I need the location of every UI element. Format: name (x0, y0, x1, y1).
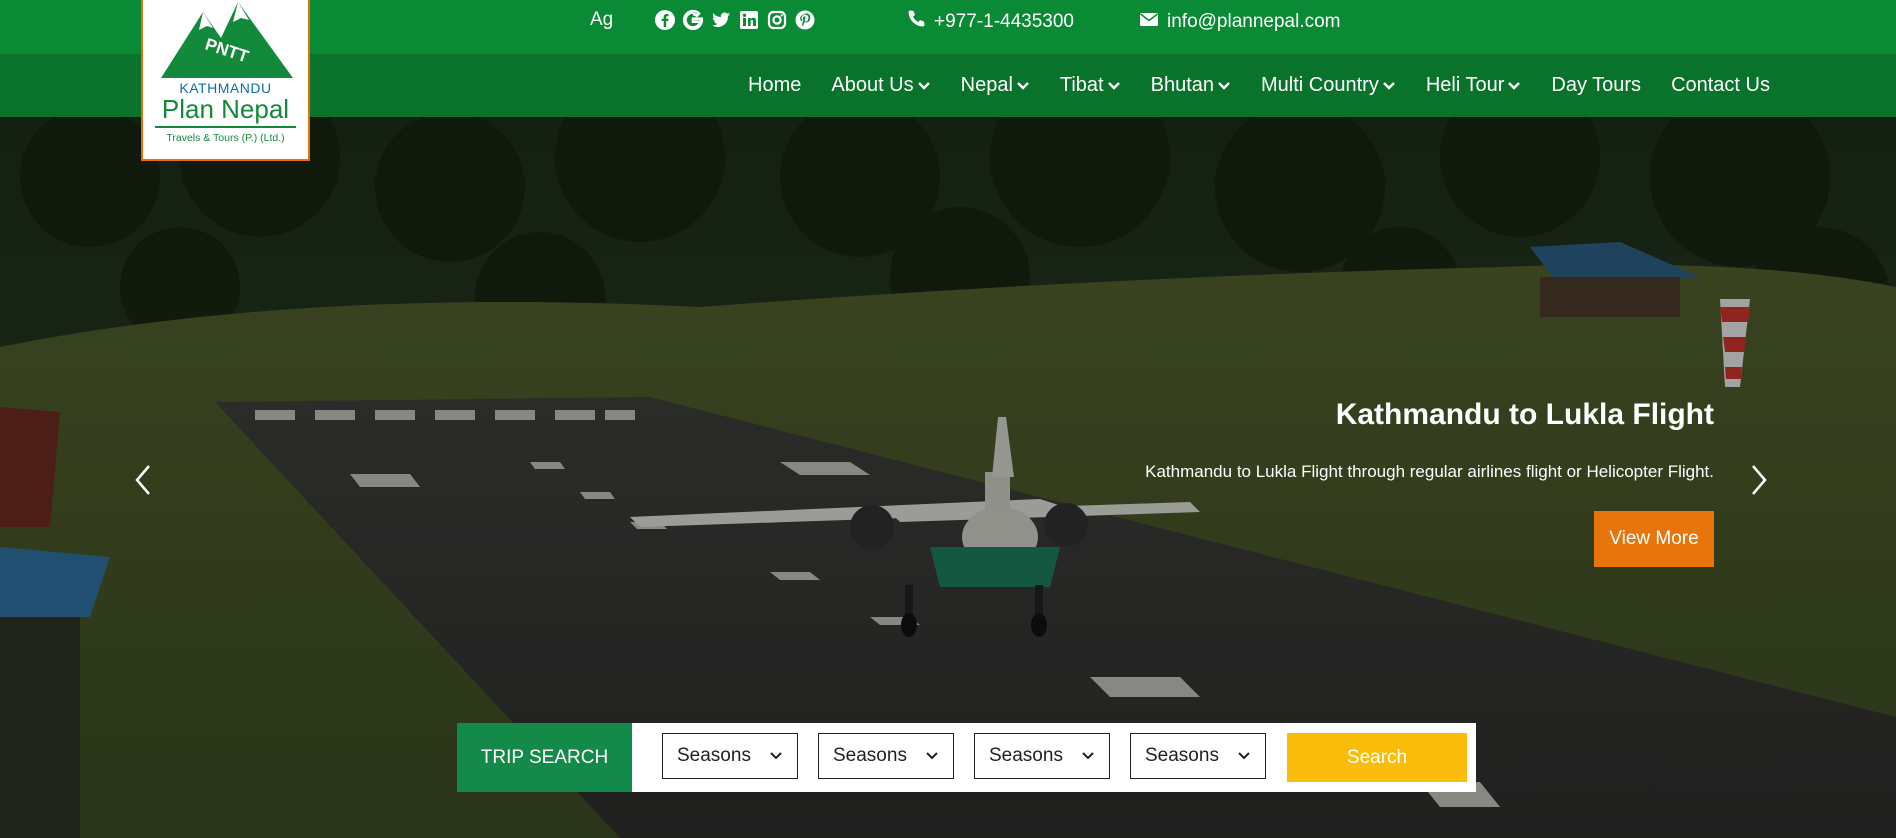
season-select-value: Seasons (989, 745, 1063, 766)
season-select-4[interactable]: Seasons (1130, 733, 1266, 779)
chevron-down-icon (1218, 81, 1230, 90)
facebook-icon[interactable] (654, 9, 676, 31)
nav-item-label: Day Tours (1551, 74, 1642, 96)
chevron-down-icon (1082, 752, 1094, 760)
main-nav: Home About Us Nepal Tibat Bhutan Multi Countr… (733, 54, 1785, 117)
nav-item-heli-tour[interactable]: Heli Tour (1411, 74, 1537, 97)
season-select-value: Seasons (677, 745, 751, 766)
slide-title: Kathmandu to Lukla Flight (1335, 398, 1714, 431)
nav-item-label: Bhutan (1150, 74, 1215, 96)
chevron-down-icon (1107, 81, 1120, 90)
nav-item-label: Heli Tour (1425, 74, 1505, 96)
email-address: info@plannepal.com (1167, 11, 1341, 32)
trip-search-label: TRIP SEARCH (457, 723, 632, 792)
slider-prev-arrow[interactable] (124, 460, 164, 500)
nav-item-home[interactable]: Home (733, 74, 816, 97)
email-contact[interactable]: info@plannepal.com (1139, 9, 1341, 35)
chevron-down-icon (770, 752, 782, 760)
site-logo[interactable]: PNTT KATHMANDU Plan Nepal Travels & Tour… (141, 0, 310, 161)
season-select-1[interactable]: Seasons (662, 733, 798, 779)
phone-icon (906, 9, 926, 35)
season-select-3[interactable]: Seasons (974, 733, 1110, 779)
twitter-icon[interactable] (710, 9, 732, 31)
season-select-value: Seasons (1145, 745, 1219, 766)
nav-item-bhutan[interactable]: Bhutan (1136, 74, 1246, 97)
season-select-value: Seasons (833, 745, 907, 766)
chevron-right-icon (1752, 465, 1767, 495)
chevron-down-icon (1382, 81, 1395, 90)
social-links (654, 9, 816, 31)
chevron-down-icon (926, 752, 938, 760)
slider-next-arrow[interactable] (1738, 460, 1778, 500)
instagram-icon[interactable] (766, 9, 788, 31)
chevron-left-icon (135, 465, 150, 495)
linkedin-icon[interactable] (738, 9, 760, 31)
language-switcher[interactable]: Ag (590, 9, 613, 31)
nav-item-label: About Us (831, 74, 914, 96)
mountain-logo-icon: PNTT (161, 2, 293, 78)
logo-name: Plan Nepal (161, 94, 290, 124)
logo-divider (155, 126, 296, 128)
chevron-down-icon (1017, 81, 1029, 90)
phone-contact[interactable]: +977-1-4435300 (906, 9, 1074, 35)
nav-item-label: Multi Country (1261, 74, 1379, 96)
nav-item-nepal[interactable]: Nepal (946, 74, 1045, 97)
search-button[interactable]: Search (1287, 733, 1467, 782)
slide-description: Kathmandu to Lukla Flight through regula… (1145, 462, 1714, 481)
chevron-down-icon (1238, 752, 1250, 760)
trip-search-box: TRIP SEARCH Seasons Seasons Seasons Seas… (457, 723, 1476, 792)
pinterest-icon[interactable] (794, 9, 816, 31)
nav-item-label: Home (748, 74, 802, 96)
season-select-2[interactable]: Seasons (818, 733, 954, 779)
nav-item-multi-country[interactable]: Multi Country (1246, 74, 1411, 97)
nav-item-contact-us[interactable]: Contact Us (1656, 74, 1785, 97)
nav-item-label: Contact Us (1671, 74, 1770, 96)
view-more-button[interactable]: View More (1594, 511, 1714, 567)
chevron-down-icon (917, 81, 930, 90)
nav-item-tibat[interactable]: Tibat (1045, 74, 1136, 97)
envelope-icon (1139, 9, 1159, 35)
logo-tagline: Travels & Tours (P.) (Ltd.) (166, 132, 285, 144)
nav-item-label: Tibat (1059, 74, 1104, 96)
google-icon[interactable] (682, 9, 704, 31)
nav-item-label: Nepal (960, 74, 1013, 96)
chevron-down-icon (1508, 81, 1521, 90)
nav-item-day-tours[interactable]: Day Tours (1536, 74, 1656, 97)
nav-item-about-us[interactable]: About Us (816, 74, 945, 97)
phone-number: +977-1-4435300 (934, 11, 1074, 32)
